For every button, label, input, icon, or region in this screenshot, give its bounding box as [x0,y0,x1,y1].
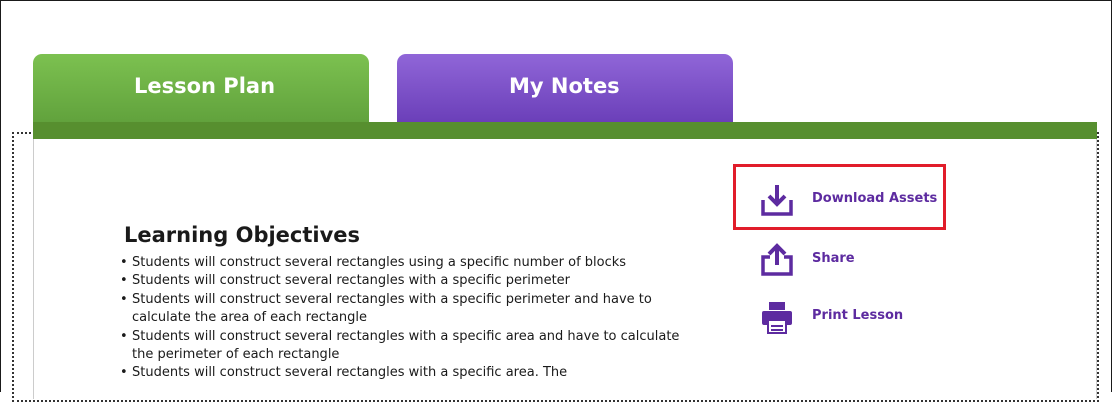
list-item: Students will construct several rectangl… [120,254,692,273]
list-item: Students will construct several rectangl… [120,272,692,291]
list-item: Students will construct several rectangl… [120,328,692,365]
tab-underline-bar [33,122,1097,139]
print-lesson-label: Print Lesson [812,308,904,323]
share-button[interactable]: Share [760,243,960,277]
tab-my-notes[interactable]: My Notes [397,54,733,122]
tab-lesson-plan-label: Lesson Plan [134,74,276,98]
share-label: Share [812,251,855,266]
share-icon [761,243,793,276]
print-lesson-button[interactable]: Print Lesson [760,300,960,334]
list-item: Students will construct several rectangl… [120,291,692,328]
section-heading: Learning Objectives [124,223,361,247]
objectives-list: Students will construct several rectangl… [110,254,692,383]
highlight-box [733,164,946,230]
tab-my-notes-label: My Notes [509,74,620,98]
print-icon [762,302,792,334]
list-item: Students will construct several rectangl… [120,364,692,383]
